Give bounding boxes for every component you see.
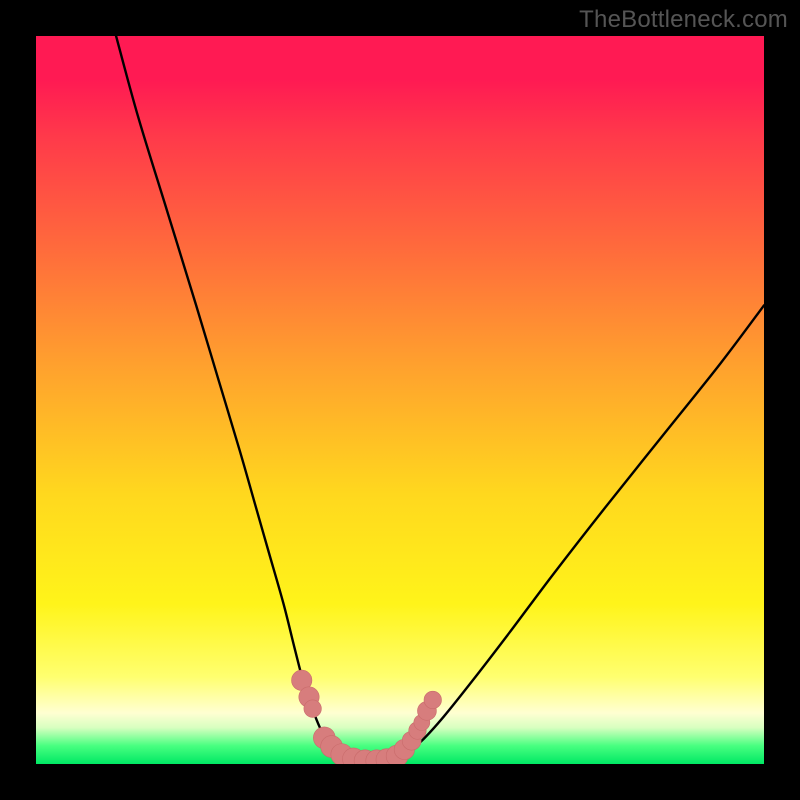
data-marker <box>402 731 421 750</box>
data-marker <box>417 701 436 720</box>
curve-layer <box>36 36 764 764</box>
data-marker <box>386 745 408 764</box>
data-marker <box>414 714 430 730</box>
data-marker <box>409 722 426 739</box>
data-marker <box>394 739 414 759</box>
data-marker <box>342 748 364 764</box>
data-marker <box>321 736 343 758</box>
outer-frame: TheBottleneck.com <box>0 0 800 800</box>
data-marker <box>376 749 398 764</box>
data-marker <box>366 750 388 764</box>
data-marker <box>331 744 353 764</box>
marker-group <box>292 670 442 764</box>
data-marker <box>424 691 441 708</box>
data-marker <box>313 727 335 749</box>
bottleneck-curve <box>116 36 764 762</box>
data-marker <box>304 700 321 717</box>
data-marker <box>292 670 312 690</box>
data-marker <box>299 687 319 707</box>
watermark-text: TheBottleneck.com <box>579 6 788 34</box>
plot-area <box>36 36 764 764</box>
data-marker <box>354 750 376 764</box>
